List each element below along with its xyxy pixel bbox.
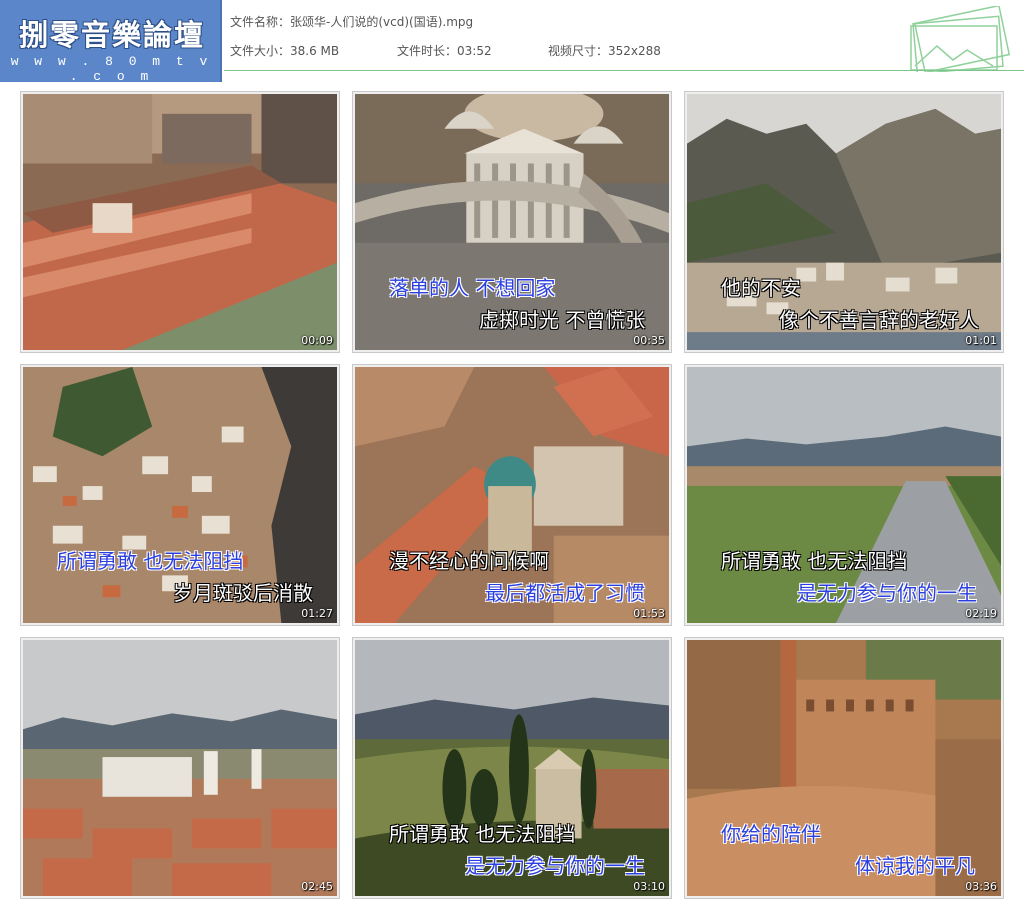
thumbnail[interactable]: 漫不经心的问候啊 最后都活成了习惯 01:53: [352, 364, 672, 626]
video-dimension-row: 视频尺寸：352x288: [548, 42, 661, 59]
thumbnail[interactable]: 所谓勇敢 也无法阻挡 是无力参与你的一生 03:10: [352, 637, 672, 899]
timestamp: 02:19: [965, 607, 997, 620]
video-dimension-label: 视频尺寸：: [548, 44, 609, 58]
lyric-line-2: 岁月斑驳后消散: [173, 581, 313, 605]
video-frame: 漫不经心的问候啊 最后都活成了习惯 01:53: [355, 367, 669, 623]
thumbnail[interactable]: 00:09: [20, 91, 340, 353]
scene-city-with-tower: [23, 640, 337, 896]
lyric-line-2: 虚掷时光 不曾慌张: [479, 308, 646, 332]
thumbnail[interactable]: 02:45: [20, 637, 340, 899]
file-name-label: 文件名称：: [230, 15, 291, 29]
thumbnail[interactable]: 所谓勇敢 也无法阻挡 岁月斑驳后消散 01:27: [20, 364, 340, 626]
video-frame: 02:45: [23, 640, 337, 896]
timestamp: 01:01: [965, 334, 997, 347]
lyric-line-2: 是无力参与你的一生: [465, 854, 645, 878]
file-duration-row: 文件时长：03:52: [397, 42, 492, 59]
video-frame: 落单的人 不想回家 虚掷时光 不曾慌张 00:35: [355, 94, 669, 350]
file-name-value: 张颂华-人们说的(vcd)(国语).mpg: [290, 15, 474, 29]
timestamp: 02:45: [301, 880, 333, 893]
lyric-line-2: 是无力参与你的一生: [797, 581, 977, 605]
lyric-line-2: 体谅我的平凡: [855, 854, 975, 878]
timestamp: 03:10: [633, 880, 665, 893]
timestamp: 03:36: [965, 880, 997, 893]
video-frame: 你给的陪伴 体谅我的平凡 03:36: [687, 640, 1001, 896]
lyric-line-1: 所谓勇敢 也无法阻挡: [721, 549, 908, 573]
thumbnail[interactable]: 你给的陪伴 体谅我的平凡 03:36: [684, 637, 1004, 899]
file-size-value: 38.6 MB: [290, 44, 340, 58]
timestamp: 00:09: [301, 334, 333, 347]
file-info-header: 捌零音樂論壇 w w w . 8 0 m t v . c o m 文件名称：张颂…: [0, 0, 1024, 84]
file-duration-label: 文件时长：: [397, 44, 458, 58]
file-size-row: 文件大小：38.6 MB: [230, 42, 339, 59]
video-frame: 所谓勇敢 也无法阻挡 岁月斑驳后消散 01:27: [23, 367, 337, 623]
lyric-line-2: 最后都活成了习惯: [485, 581, 645, 605]
lyric-line-1: 落单的人 不想回家: [389, 276, 556, 300]
site-logo: 捌零音樂論壇 w w w . 8 0 m t v . c o m: [0, 0, 222, 84]
thumbnail[interactable]: 他的不安 像个不善言辞的老好人 01:01: [684, 91, 1004, 353]
lyric-line-1: 你给的陪伴: [721, 822, 821, 846]
video-frame: 所谓勇敢 也无法阻挡 是无力参与你的一生 02:19: [687, 367, 1001, 623]
timestamp: 01:53: [633, 607, 665, 620]
file-size-label: 文件大小：: [230, 44, 291, 58]
file-duration-value: 03:52: [457, 44, 492, 58]
video-dimension-value: 352x288: [608, 44, 661, 58]
logo-url: w w w . 8 0 m t v . c o m: [10, 54, 212, 84]
lyric-line-1: 漫不经心的问候啊: [389, 549, 549, 573]
timestamp: 00:35: [633, 334, 665, 347]
thumbnail[interactable]: 落单的人 不想回家 虚掷时光 不曾慌张 00:35: [352, 91, 672, 353]
thumbnail-grid: 00:09 落单的人 不想回家 虚掷时光 不曾慌张 00:35 他的不安 像个不…: [20, 91, 1004, 899]
video-frame: 00:09: [23, 94, 337, 350]
scene-palace-aerial: [23, 94, 337, 350]
lyric-line-1: 他的不安: [721, 276, 801, 300]
thumbnail[interactable]: 所谓勇敢 也无法阻挡 是无力参与你的一生 02:19: [684, 364, 1004, 626]
lyric-line-1: 所谓勇敢 也无法阻挡: [389, 822, 576, 846]
video-frame: 所谓勇敢 也无法阻挡 是无力参与你的一生 03:10: [355, 640, 669, 896]
video-frame: 他的不安 像个不善言辞的老好人 01:01: [687, 94, 1001, 350]
logo-title: 捌零音樂論壇: [18, 18, 205, 52]
file-name-row: 文件名称：张颂华-人们说的(vcd)(国语).mpg: [230, 13, 473, 30]
lyric-line-1: 所谓勇敢 也无法阻挡: [57, 549, 244, 573]
header-divider: [224, 70, 1024, 71]
timestamp: 01:27: [301, 607, 333, 620]
lyric-line-2: 像个不善言辞的老好人: [779, 308, 979, 332]
picture-stack-icon: [910, 6, 1011, 72]
